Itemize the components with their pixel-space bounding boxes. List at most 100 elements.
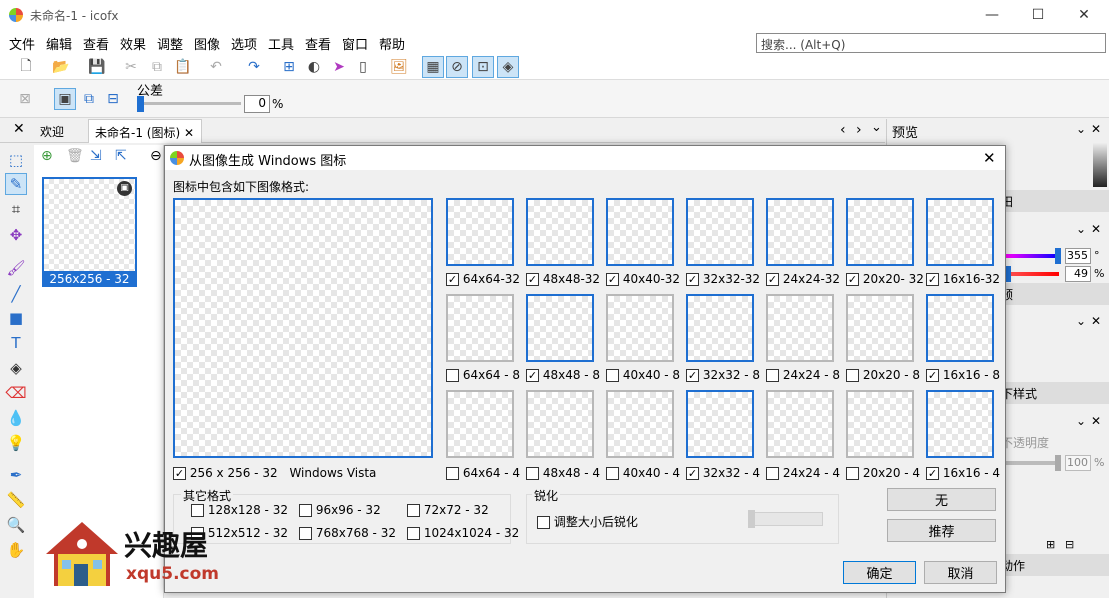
format-cell[interactable] — [606, 294, 674, 362]
format-checkbox[interactable]: ✓ — [926, 273, 939, 286]
image-icon[interactable]: 🖼 — [388, 56, 410, 78]
format-row[interactable]: ✓ 64x64-32 — [446, 272, 520, 286]
mobile-icon[interactable]: ▯ — [352, 56, 374, 78]
marquee-select-icon[interactable]: ⬚ — [5, 149, 27, 171]
format-cell[interactable] — [686, 198, 754, 266]
format-cell[interactable] — [766, 390, 834, 458]
format-cell[interactable] — [526, 198, 594, 266]
line-icon[interactable]: ╱ — [5, 283, 27, 305]
sharpen-slider-thumb[interactable] — [748, 510, 755, 528]
maximize-button[interactable]: ☐ — [1015, 0, 1061, 30]
tolerance-slider[interactable] — [137, 102, 241, 105]
hue-input[interactable]: 355 — [1065, 248, 1091, 264]
other-format-row[interactable]: 128x128 - 32 — [191, 503, 288, 517]
style-collapse-icon[interactable]: ⌄ — [1076, 414, 1086, 428]
format-checkbox[interactable]: ✓ — [926, 369, 939, 382]
preview-collapse-icon[interactable]: ⌄ — [1076, 122, 1086, 136]
other-format-checkbox[interactable] — [191, 504, 204, 517]
action-add-icon[interactable]: ⊞ — [1046, 538, 1055, 551]
menu-image[interactable]: 图像 — [194, 34, 220, 53]
tab-prev-icon[interactable]: ‹ — [840, 122, 846, 138]
menu-options[interactable]: 选项 — [231, 34, 257, 53]
format-cell[interactable] — [446, 390, 514, 458]
preview-close-icon[interactable]: ✕ — [1091, 122, 1101, 136]
close-panel-icon[interactable]: ✕ — [13, 121, 25, 137]
format-row[interactable]: ✓ 16x16 - 8 — [926, 368, 1000, 382]
format-row[interactable]: 48x48 - 4 — [526, 466, 600, 480]
format-row[interactable]: ✓ 20x20- 32 — [846, 272, 924, 286]
opacity-slider[interactable] — [1006, 461, 1059, 465]
format-checkbox[interactable]: ✓ — [686, 273, 699, 286]
format-cell[interactable] — [526, 390, 594, 458]
format-row[interactable]: 64x64 - 8 — [446, 368, 520, 382]
move-icon[interactable]: ✥ — [5, 224, 27, 246]
other-format-checkbox[interactable] — [299, 504, 312, 517]
close-button[interactable]: ✕ — [1061, 0, 1107, 30]
menu-window[interactable]: 窗口 — [342, 34, 368, 53]
save-icon[interactable]: 💾 — [86, 56, 108, 78]
format-checkbox[interactable] — [526, 467, 539, 480]
large-format-checkbox[interactable]: ✓ — [173, 467, 186, 480]
format-cell[interactable] — [526, 294, 594, 362]
other-format-checkbox[interactable] — [407, 504, 420, 517]
open-folder-icon[interactable]: 📂 — [50, 56, 72, 78]
eraser-icon[interactable]: ⌫ — [5, 382, 27, 404]
format-row[interactable]: 64x64 - 4 — [446, 466, 520, 480]
import-image-icon[interactable]: ⇲ — [90, 148, 102, 164]
format-checkbox[interactable]: ✓ — [526, 273, 539, 286]
menu-view[interactable]: 查看 — [83, 34, 109, 53]
format-cell[interactable] — [766, 198, 834, 266]
tab-welcome[interactable]: 欢迎 — [34, 119, 70, 143]
format-cell[interactable] — [846, 390, 914, 458]
format-checkbox[interactable]: ✓ — [446, 273, 459, 286]
menu-help[interactable]: 帮助 — [379, 34, 405, 53]
tab-menu-icon[interactable]: ⌄ — [871, 120, 882, 135]
action-remove-icon[interactable]: ⊟ — [1065, 538, 1074, 551]
format-checkbox[interactable]: ✓ — [686, 369, 699, 382]
other-format-row[interactable]: 96x96 - 32 — [299, 503, 381, 517]
opacity-input[interactable]: 100 — [1065, 455, 1091, 471]
export-image-icon[interactable]: ⇱ — [115, 148, 127, 164]
transparency-icon[interactable]: ⊘ — [446, 56, 468, 78]
opacity-slider-thumb[interactable] — [1055, 455, 1061, 471]
select-mode-new-icon[interactable]: ▣ — [54, 88, 76, 110]
format-row[interactable]: ✓ 16x16-32 — [926, 272, 1000, 286]
cut-icon[interactable]: ✂ — [120, 56, 142, 78]
paste-icon[interactable]: 📋 — [172, 56, 194, 78]
format-row[interactable]: ✓ 32x32-32 — [686, 272, 760, 286]
color-close-icon[interactable]: ✕ — [1091, 222, 1101, 236]
magic-wand-icon[interactable]: ✎ — [5, 173, 27, 195]
hue-slider-thumb[interactable] — [1055, 248, 1061, 264]
ruler-icon[interactable]: 📏 — [5, 489, 27, 511]
format-cell[interactable] — [446, 294, 514, 362]
fill-bucket-icon[interactable]: ◈ — [5, 357, 27, 379]
format-row[interactable]: 40x40 - 8 — [606, 368, 680, 382]
format-row[interactable]: 24x24 - 4 — [766, 466, 840, 480]
dodge-icon[interactable]: 💡 — [5, 432, 27, 454]
format-checkbox[interactable]: ✓ — [846, 273, 859, 286]
format-checkbox[interactable]: ✓ — [926, 467, 939, 480]
format-cell[interactable] — [606, 198, 674, 266]
cancel-button[interactable]: 取消 — [924, 561, 997, 584]
text-icon[interactable]: T — [5, 332, 27, 354]
layers-icon[interactable]: ◈ — [497, 56, 519, 78]
format-cell[interactable] — [606, 390, 674, 458]
format-checkbox[interactable]: ✓ — [686, 467, 699, 480]
grid-icon[interactable]: ⊡ — [472, 56, 494, 78]
tolerance-input[interactable]: 0 — [244, 95, 270, 113]
other-format-checkbox[interactable] — [407, 527, 420, 540]
format-row[interactable]: ✓ 32x32 - 4 — [686, 466, 760, 480]
brush-icon[interactable]: 🖌 — [5, 257, 27, 279]
format-row[interactable]: 20x20 - 8 — [846, 368, 920, 382]
format-checkbox[interactable] — [766, 369, 779, 382]
style-close-icon[interactable]: ✕ — [1091, 414, 1101, 428]
format-row[interactable]: 24x24 - 8 — [766, 368, 840, 382]
zoom-icon[interactable]: 🔍 — [5, 514, 27, 536]
menu-adjust[interactable]: 调整 — [157, 34, 183, 53]
saturation-input[interactable]: 49 — [1065, 266, 1091, 282]
format-checkbox[interactable] — [446, 369, 459, 382]
crop-icon[interactable]: ⌗ — [5, 198, 27, 220]
other-format-row[interactable]: 1024x1024 - 32 — [407, 526, 519, 540]
format-cell[interactable] — [446, 198, 514, 266]
other-format-row[interactable]: 768x768 - 32 — [299, 526, 396, 540]
